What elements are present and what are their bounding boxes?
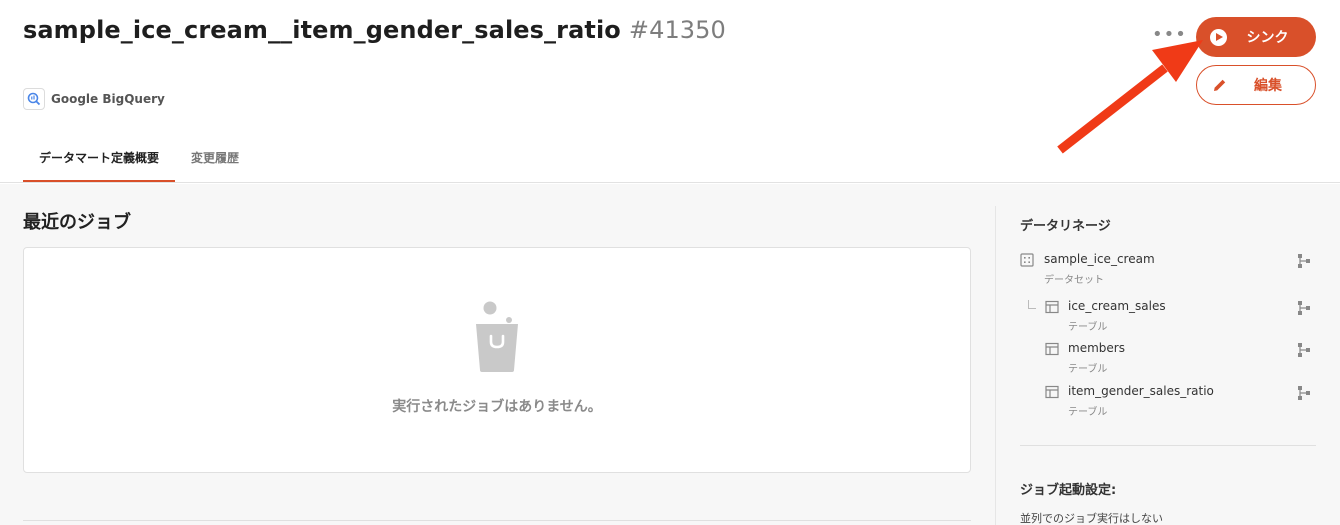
tab-change-history[interactable]: 変更履歴 [175,136,255,182]
datamart-name: sample_ice_cream__item_gender_sales_rati… [23,16,621,44]
lineage-graph-icon[interactable] [1297,385,1311,401]
lineage-item-type: テーブル [1068,364,1108,375]
lineage-item-type: テーブル [1068,322,1108,333]
data-lineage-title: データリネージ [1020,219,1111,234]
table-icon [1045,385,1059,399]
sidebar-divider [995,206,996,525]
empty-jobs-message: 実行されたジョブはありません。 [392,399,602,415]
page-header: sample_ice_cream__item_gender_sales_rati… [0,0,1340,183]
sidebar-separator [1020,445,1316,446]
more-icon: ••• [1152,24,1187,45]
lineage-item-type: テーブル [1068,407,1108,418]
datamart-id: #41350 [628,16,726,44]
empty-bucket-icon [476,301,518,372]
table-icon [1045,300,1059,314]
lineage-item-name: sample_ice_cream [1044,252,1155,266]
lineage-graph-icon[interactable] [1297,300,1311,316]
job-trigger-settings-title: ジョブ起動設定: [1020,483,1117,498]
table-icon [1045,342,1059,356]
lineage-graph-icon[interactable] [1297,342,1311,358]
main-content: 最近のジョブ 実行されたジョブはありません。 データリネージ sample_ic… [0,184,1340,525]
lineage-item-name: members [1068,341,1125,355]
recent-jobs-panel: 実行されたジョブはありません。 [23,247,971,473]
sync-button[interactable]: シンク [1196,17,1316,57]
play-icon [1209,28,1227,46]
lineage-item-name: item_gender_sales_ratio [1068,384,1214,398]
section-divider [23,520,971,521]
lineage-item-name: ice_cream_sales [1068,299,1166,313]
page-title: sample_ice_cream__item_gender_sales_rati… [23,16,726,44]
bigquery-icon [23,88,45,110]
tab-bar: データマート定義概要 変更履歴 [23,136,255,183]
recent-jobs-title: 最近のジョブ [23,212,131,233]
source-label: Google BigQuery [51,92,165,106]
lineage-item-type: データセット [1044,275,1104,286]
more-options-button[interactable]: ••• [1152,24,1186,46]
edit-button[interactable]: 編集 [1196,65,1316,105]
lineage-graph-icon[interactable] [1297,253,1311,269]
tab-definition-overview[interactable]: データマート定義概要 [23,136,176,182]
lineage-tree-connector [1028,300,1036,309]
edit-button-label: 編集 [1254,78,1282,94]
dataset-icon [1020,253,1034,267]
sync-button-label: シンク [1246,30,1289,46]
job-trigger-settings-value: 並列でのジョブ実行はしない [1020,512,1163,525]
source-badge: Google BigQuery [23,87,165,111]
pencil-icon [1214,79,1226,91]
